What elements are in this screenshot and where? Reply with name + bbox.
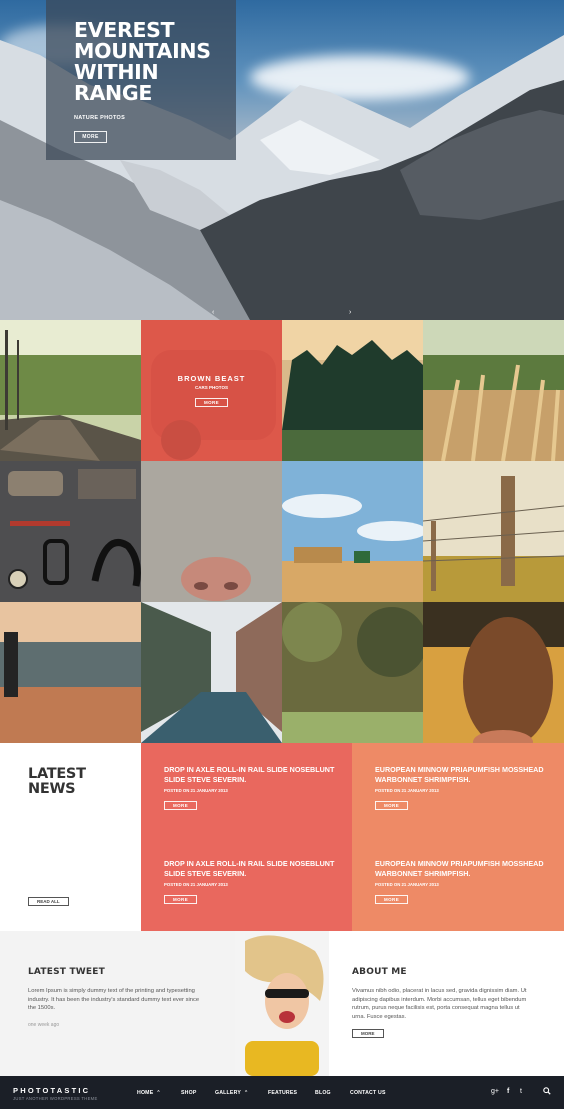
news-date: POSTED ON 21 JANUARY 2013 [375, 882, 439, 887]
tweet-timestamp[interactable]: one week ago [28, 1022, 235, 1028]
news-more-button[interactable]: MORE [375, 895, 409, 904]
tweet-about-section: LATEST TWEET Lorem Ipsum is simply dummy… [0, 931, 564, 1076]
slider-prev-icon[interactable]: ‹ [212, 309, 214, 316]
slider-next-icon[interactable]: › [349, 309, 351, 316]
gallery-tile-cat-nose[interactable] [141, 461, 282, 602]
featured-subtitle: CARS PHOTOS [195, 385, 228, 390]
latest-news-section: LATEST NEWS READ ALL DROP IN AXLE ROLL-I… [0, 743, 564, 931]
nav-label: CONTACT US [350, 1090, 386, 1096]
footer-navbar: PHOTOTASTIC JUST ANOTHER WORDPRESS THEME… [0, 1076, 564, 1109]
nav-label: SHOP [181, 1090, 197, 1096]
gallery-tile-grass[interactable] [282, 602, 423, 743]
about-text: Vivamus nibh odio, placerat in lacus sed… [352, 988, 527, 1020]
news-title[interactable]: DROP IN AXLE ROLL-IN RAIL SLIDE NOSEBLUN… [164, 859, 344, 878]
gallery-tile-fence[interactable] [423, 461, 564, 602]
gallery-tile-accessories[interactable] [0, 461, 141, 602]
nav-label: FEATURES [268, 1090, 298, 1096]
gallery-tile-wheat[interactable] [423, 320, 564, 461]
tweet-text: Lorem Ipsum is simply dummy text of the … [28, 988, 200, 1012]
gallery-tile-street[interactable] [141, 602, 282, 743]
nav-item-blog[interactable]: BLOG [315, 1090, 331, 1096]
gallery-tile-sea[interactable] [0, 602, 141, 743]
news-title[interactable]: EUROPEAN MINNOW PRIAPUMFISH MOSSHEAD WAR… [375, 859, 555, 878]
nav-label: BLOG [315, 1090, 331, 1096]
nav-label: GALLERY [215, 1090, 241, 1096]
nav-item-gallery[interactable]: GALLERY ⌃ [215, 1090, 248, 1096]
featured-overlay: BROWN BEAST CARS PHOTOS MORE [141, 320, 282, 461]
nav-item-features[interactable]: FEATURES [268, 1090, 297, 1096]
brand-tagline: JUST ANOTHER WORDPRESS THEME [13, 1096, 98, 1101]
read-all-button[interactable]: READ ALL [28, 897, 69, 906]
portrait-photo [235, 931, 329, 1076]
brand-logo[interactable]: PHOTOTASTIC [13, 1086, 90, 1095]
news-card[interactable]: DROP IN AXLE ROLL-IN RAIL SLIDE NOSEBLUN… [141, 743, 352, 837]
featured-title: BROWN BEAST [177, 374, 246, 383]
hero-title: EVEREST MOUNTAINS WITHIN RANGE [74, 18, 211, 105]
about-heading: ABOUT ME [352, 967, 407, 977]
search-icon[interactable] [543, 1087, 551, 1097]
news-title[interactable]: EUROPEAN MINNOW PRIAPUMFISH MOSSHEAD WAR… [375, 765, 555, 784]
hero-caption-panel: EVEREST MOUNTAINS WITHIN RANGE NATURE PH… [46, 0, 236, 160]
news-card[interactable]: DROP IN AXLE ROLL-IN RAIL SLIDE NOSEBLUN… [141, 837, 352, 931]
gallery-tile-hay-bales[interactable] [282, 461, 423, 602]
nav-item-contact[interactable]: CONTACT US [350, 1090, 386, 1096]
photo-gallery: BROWN BEAST CARS PHOTOS MORE [0, 320, 564, 743]
news-title[interactable]: DROP IN AXLE ROLL-IN RAIL SLIDE NOSEBLUN… [164, 765, 344, 784]
twitter-icon[interactable]: t [520, 1088, 522, 1095]
featured-more-button[interactable]: MORE [194, 398, 229, 407]
gallery-tile-railway[interactable] [0, 320, 141, 461]
google-plus-icon[interactable]: g+ [491, 1088, 499, 1095]
nav-item-shop[interactable]: SHOP [181, 1090, 197, 1096]
gallery-tile-forest[interactable] [282, 320, 423, 461]
news-heading: LATEST NEWS [28, 766, 86, 797]
news-card[interactable]: EUROPEAN MINNOW PRIAPUMFISH MOSSHEAD WAR… [352, 837, 564, 931]
about-more-button[interactable]: MORE [352, 1029, 384, 1039]
latest-tweet: LATEST TWEET Lorem Ipsum is simply dummy… [0, 931, 235, 1076]
chevron-up-icon: ⌃ [156, 1090, 161, 1096]
nav-item-home[interactable]: HOME ⌃ [137, 1090, 161, 1096]
news-card[interactable]: EUROPEAN MINNOW PRIAPUMFISH MOSSHEAD WAR… [352, 743, 564, 837]
nav-label: HOME [137, 1090, 154, 1096]
gallery-tile-girl[interactable] [423, 602, 564, 743]
tweet-heading: LATEST TWEET [28, 967, 105, 977]
facebook-icon[interactable]: f [507, 1088, 509, 1095]
hero-subtitle: NATURE PHOTOS [74, 115, 126, 121]
news-more-button[interactable]: MORE [164, 801, 198, 810]
news-intro: LATEST NEWS READ ALL [0, 743, 141, 931]
news-date: POSTED ON 21 JANUARY 2013 [164, 788, 228, 793]
news-date: POSTED ON 21 JANUARY 2013 [375, 788, 439, 793]
chevron-up-icon: ⌃ [244, 1090, 249, 1096]
hero-more-button[interactable]: MORE [74, 131, 107, 143]
news-more-button[interactable]: MORE [375, 801, 409, 810]
gallery-tile-featured[interactable]: BROWN BEAST CARS PHOTOS MORE [141, 320, 282, 461]
hero-slider: EVEREST MOUNTAINS WITHIN RANGE NATURE PH… [0, 0, 564, 320]
news-more-button[interactable]: MORE [164, 895, 198, 904]
news-date: POSTED ON 21 JANUARY 2013 [164, 882, 228, 887]
about-me: ABOUT ME Vivamus nibh odio, placerat in … [329, 931, 564, 1076]
